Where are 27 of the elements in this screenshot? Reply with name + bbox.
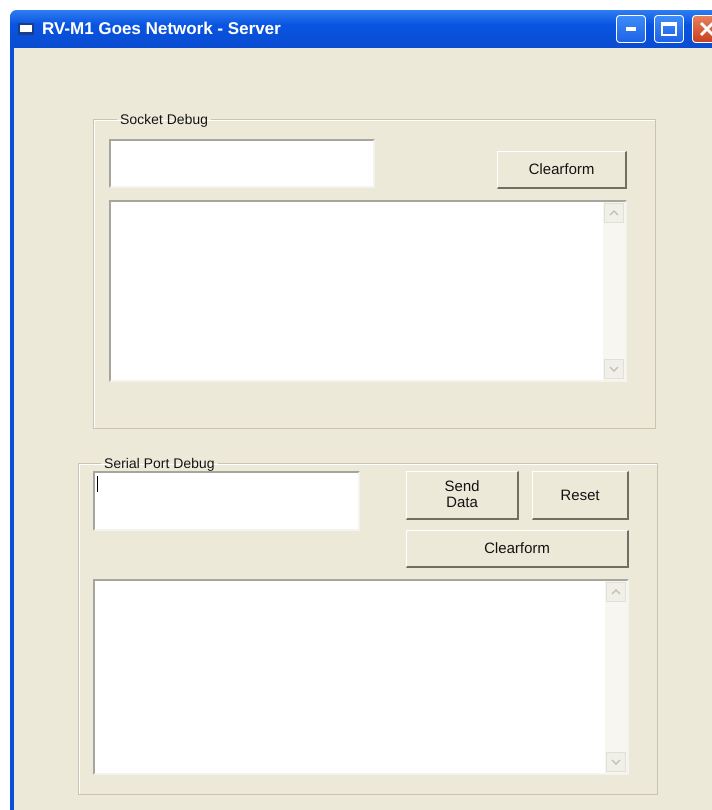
chevron-up-icon bbox=[609, 210, 619, 216]
group-title: Serial Port Debug bbox=[103, 455, 216, 471]
text-area[interactable] bbox=[109, 200, 627, 382]
scroll-down-button[interactable] bbox=[606, 752, 626, 772]
app-icon bbox=[18, 23, 34, 35]
chevron-down-icon bbox=[611, 759, 621, 765]
scroll-up-button[interactable] bbox=[606, 582, 626, 602]
group-title: Socket Debug bbox=[119, 111, 209, 127]
chevron-down-icon bbox=[609, 366, 619, 372]
maximize-icon bbox=[661, 22, 677, 36]
scroll-down-button[interactable] bbox=[604, 359, 624, 379]
chevron-up-icon bbox=[611, 589, 621, 595]
minimize-button[interactable] bbox=[616, 15, 646, 43]
clearform-button[interactable]: Clearform bbox=[406, 530, 629, 568]
scroll-up-button[interactable] bbox=[604, 203, 624, 223]
input-field[interactable] bbox=[93, 471, 360, 531]
close-icon bbox=[699, 21, 712, 37]
send-data-button[interactable]: Send Data bbox=[406, 471, 519, 520]
maximize-button[interactable] bbox=[654, 15, 684, 43]
text-area[interactable] bbox=[93, 579, 629, 775]
reset-button[interactable]: Reset bbox=[532, 471, 629, 520]
minimize-icon bbox=[626, 27, 636, 31]
clearform-button[interactable]: Clearform bbox=[497, 151, 627, 189]
scrollbar[interactable] bbox=[603, 202, 625, 380]
scrollbar[interactable] bbox=[605, 581, 627, 773]
window-title: RV-M1 Goes Network - Server bbox=[42, 19, 282, 39]
input-field[interactable] bbox=[109, 139, 375, 188]
